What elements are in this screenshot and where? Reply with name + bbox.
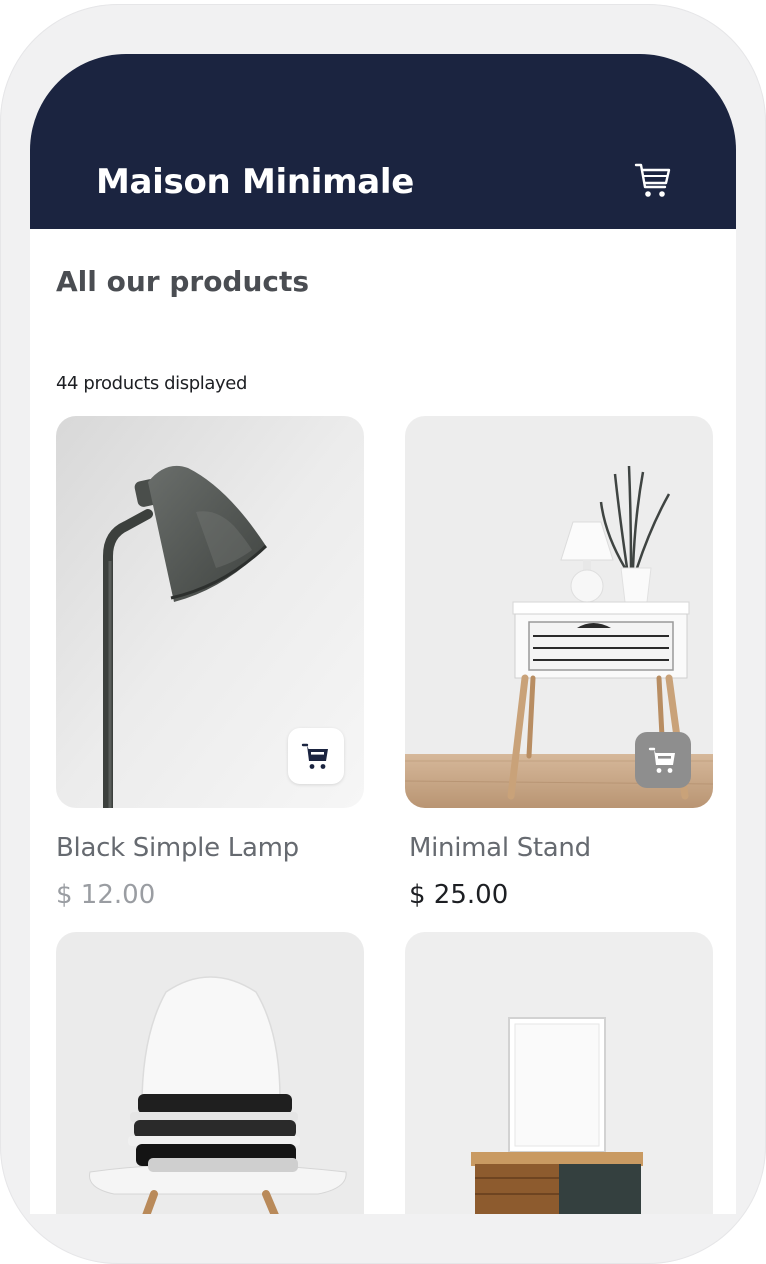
product-price: $ 12.00 (56, 880, 156, 910)
product-image (405, 932, 713, 1214)
product-image (56, 932, 364, 1214)
app-title: Maison Minimale (96, 162, 415, 202)
cart-icon (301, 743, 328, 769)
add-to-cart-button[interactable] (288, 728, 344, 784)
product-name: Black Simple Lamp (56, 833, 299, 863)
app-header: Maison Minimale (30, 54, 736, 229)
products-count: 44 products displayed (56, 373, 247, 394)
add-to-cart-button[interactable] (635, 732, 691, 788)
product-name: Minimal Stand (409, 833, 591, 863)
product-price: $ 25.00 (409, 880, 509, 910)
page-title: All our products (56, 265, 310, 298)
shopping-cart-icon[interactable] (634, 161, 672, 201)
cart-icon (648, 747, 675, 773)
app-screen: Maison Minimale All our products 44 prod… (30, 54, 736, 1214)
phone-frame: Maison Minimale All our products 44 prod… (0, 4, 766, 1264)
